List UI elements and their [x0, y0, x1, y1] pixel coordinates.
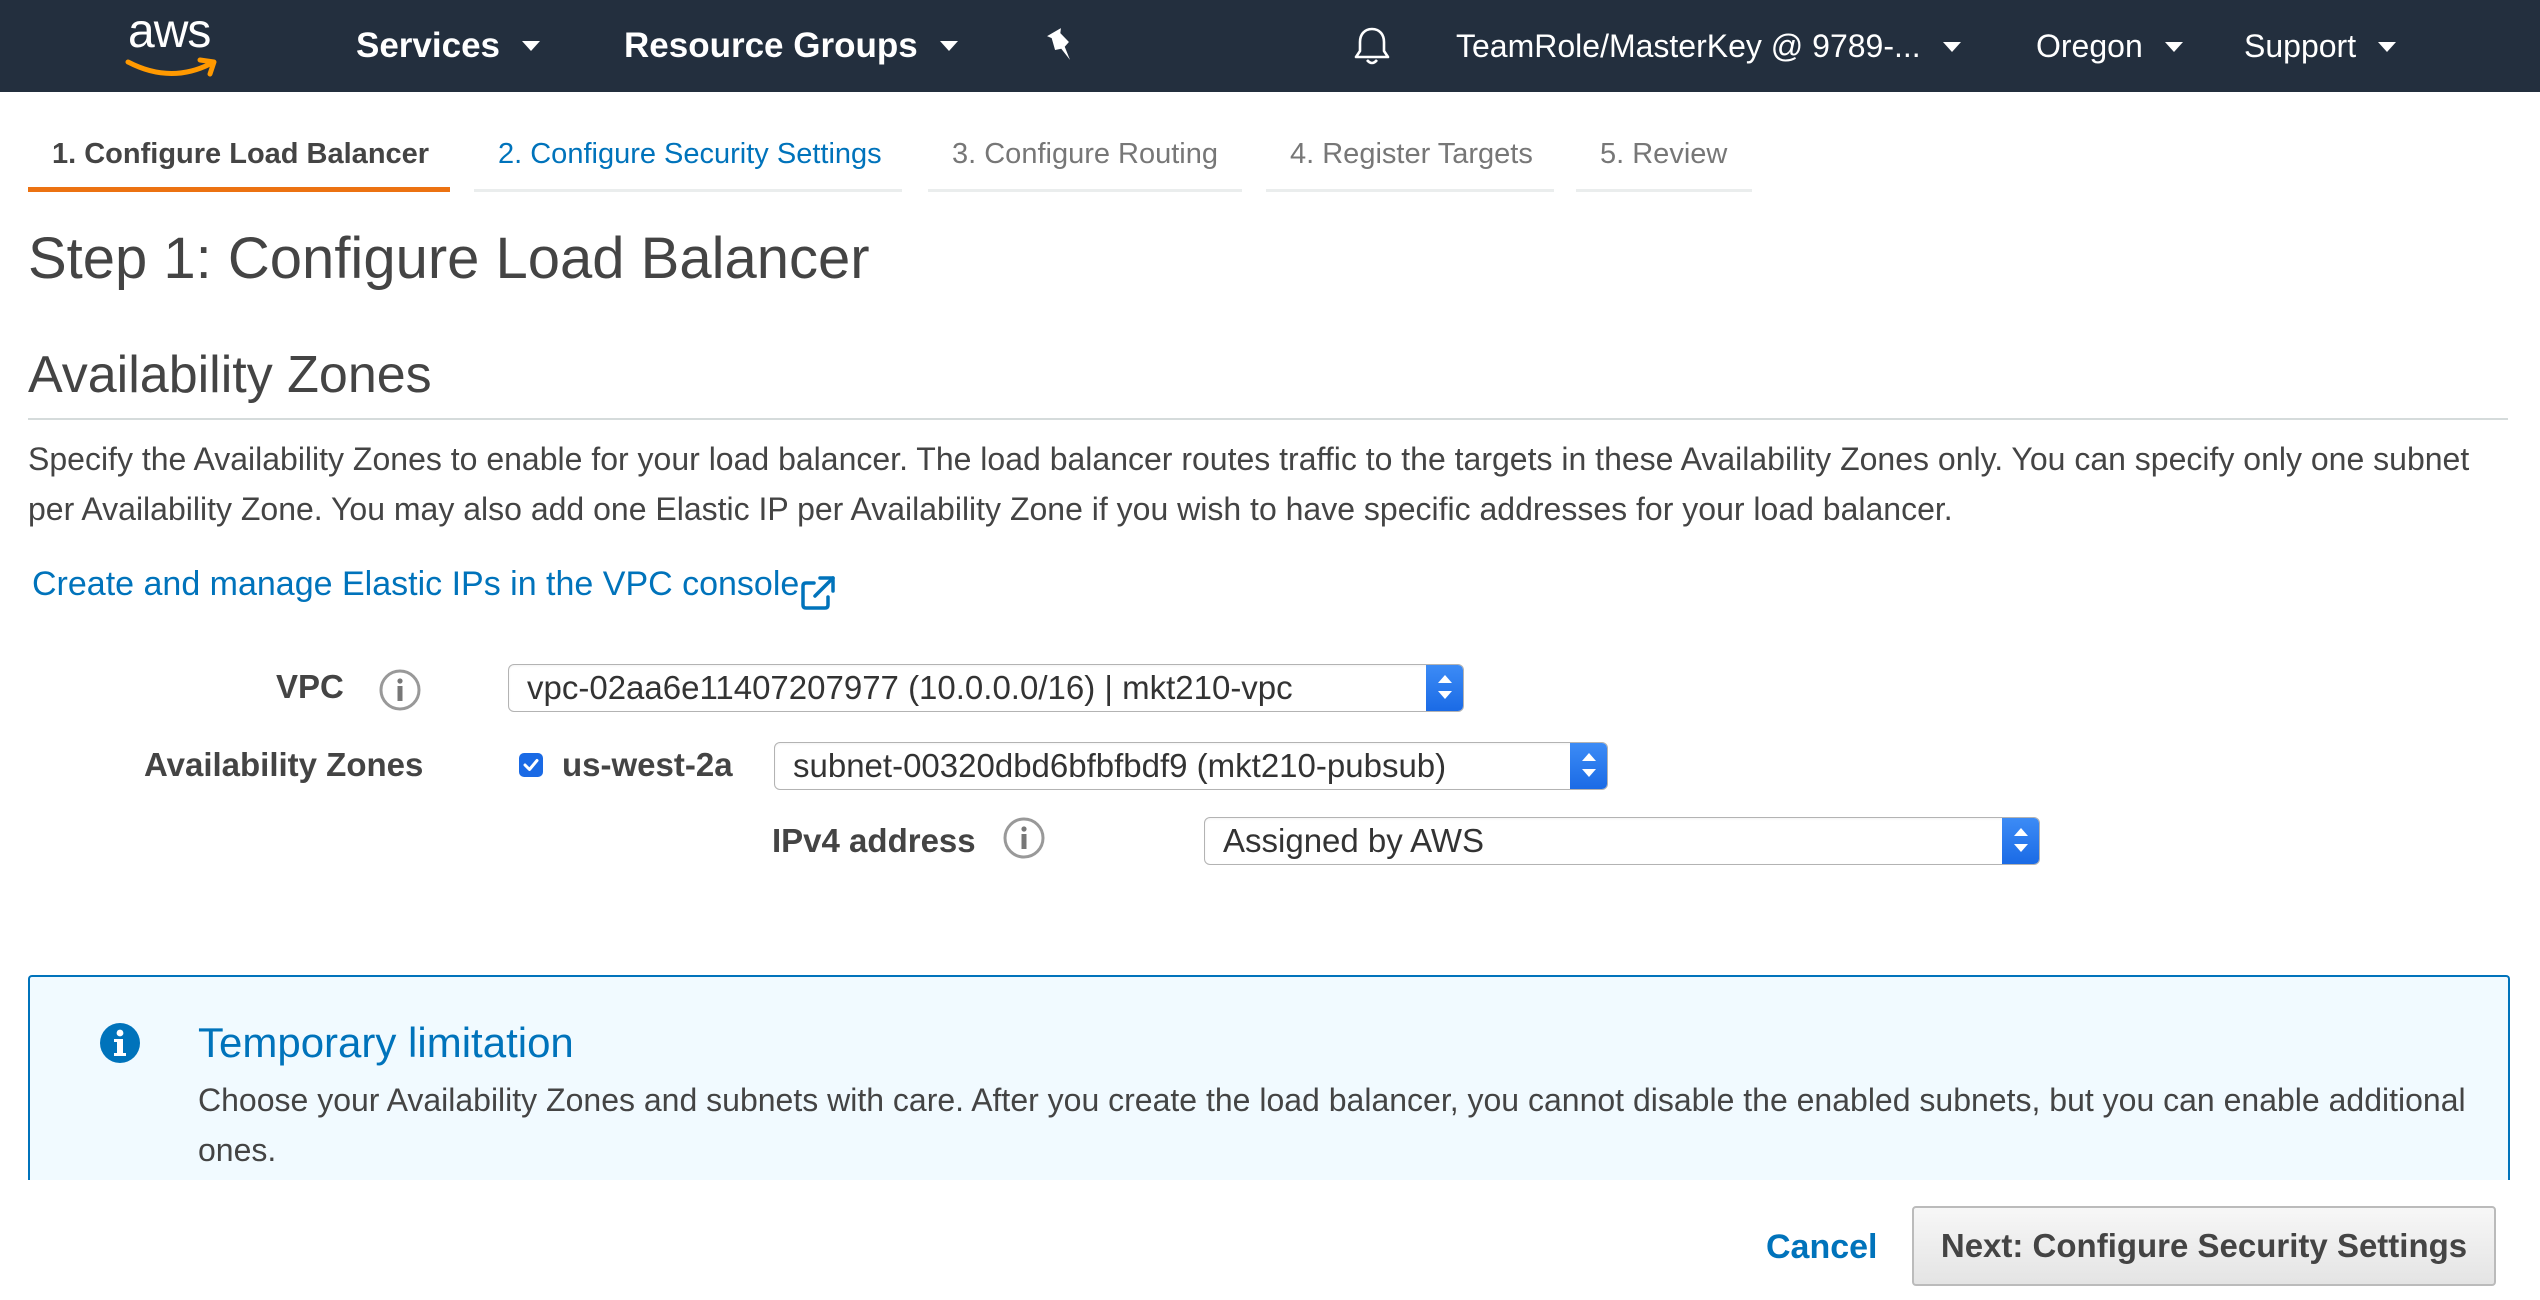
tab-label: 4. Register Targets [1290, 138, 1533, 170]
resource-groups-label: Resource Groups [624, 26, 918, 65]
external-link-icon[interactable] [798, 573, 838, 613]
services-menu[interactable]: Services [356, 0, 541, 92]
chevron-down-icon [2164, 41, 2183, 52]
vpc-select[interactable]: vpc-02aa6e11407207977 (10.0.0.0/16) | mk… [508, 664, 1464, 712]
vpc-info-icon[interactable] [378, 668, 422, 712]
alert-title: Temporary limitation [198, 1019, 574, 1066]
tab-register-targets[interactable]: 4. Register Targets [1266, 130, 1554, 192]
tab-configure-security-settings[interactable]: 2. Configure Security Settings [474, 130, 902, 192]
ipv4-address-select[interactable]: Assigned by AWS [1204, 817, 2040, 865]
ipv4-info-icon[interactable] [1002, 816, 1046, 860]
info-icon [100, 1023, 140, 1063]
bell-icon[interactable] [1350, 24, 1394, 68]
section-title: Availability Zones [28, 346, 432, 404]
chevron-down-icon [939, 40, 958, 51]
chevron-down-icon [522, 40, 541, 51]
section-description: Specify the Availability Zones to enable… [28, 441, 2470, 527]
tab-label: 2. Configure Security Settings [498, 138, 882, 170]
us-west-2a-checkbox[interactable] [519, 753, 543, 777]
next-button[interactable]: Next: Configure Security Settings [1912, 1206, 2496, 1286]
account-label: TeamRole/MasterKey @ 9789-... [1456, 28, 1921, 64]
chevron-down-icon [1942, 41, 1961, 52]
select-arrows-icon [1570, 743, 1607, 789]
aws-logo[interactable]: aws [120, 5, 230, 86]
checkmark-icon [523, 759, 539, 771]
services-label: Services [356, 26, 501, 65]
select-arrows-icon [2002, 818, 2039, 864]
cancel-button[interactable]: Cancel [1766, 1228, 1878, 1267]
tab-configure-load-balancer[interactable]: 1. Configure Load Balancer [28, 130, 450, 192]
support-label: Support [2244, 28, 2357, 64]
alert-body: Choose your Availability Zones and subne… [198, 1082, 2466, 1168]
select-arrows-icon [1426, 665, 1463, 711]
ipv4-address-label: IPv4 address [772, 822, 976, 859]
support-menu[interactable]: Support [2244, 0, 2397, 92]
tab-review[interactable]: 5. Review [1576, 130, 1752, 192]
top-navigation-bar: aws Services Resource Groups TeamRole/Ma… [0, 0, 2540, 92]
aws-smile-icon [125, 57, 217, 77]
tab-configure-routing[interactable]: 3. Configure Routing [928, 130, 1242, 192]
region-label: Oregon [2036, 28, 2143, 64]
resource-groups-menu[interactable]: Resource Groups [624, 0, 958, 92]
availability-zones-label: Availability Zones [144, 746, 424, 783]
tab-label: 5. Review [1600, 138, 1728, 170]
aws-logo-text: aws [128, 5, 211, 58]
region-menu[interactable]: Oregon [2036, 0, 2183, 92]
account-menu[interactable]: TeamRole/MasterKey @ 9789-... [1456, 0, 1961, 92]
tab-label: 1. Configure Load Balancer [52, 138, 430, 170]
chevron-down-icon [2378, 41, 2397, 52]
elastic-ip-console-link[interactable]: Create and manage Elastic IPs in the VPC… [32, 565, 799, 604]
subnet-select-value: subnet-00320dbd6bfbfbdf9 (mkt210-pubsub) [793, 747, 1447, 784]
vpc-select-value: vpc-02aa6e11407207977 (10.0.0.0/16) | mk… [527, 669, 1293, 706]
tab-label: 3. Configure Routing [952, 138, 1218, 170]
subnet-select[interactable]: subnet-00320dbd6bfbfbdf9 (mkt210-pubsub) [774, 742, 1608, 790]
zone-name-label: us-west-2a [562, 746, 733, 783]
page-title: Step 1: Configure Load Balancer [28, 226, 870, 291]
section-divider [28, 418, 2508, 420]
wizard-footer: Cancel Next: Configure Security Settings [0, 1180, 2540, 1300]
pin-icon[interactable] [1044, 26, 1080, 66]
ipv4-select-value: Assigned by AWS [1223, 822, 1485, 859]
vpc-label: VPC [276, 668, 344, 705]
temporary-limitation-alert: Temporary limitation Choose your Availab… [28, 975, 2510, 1185]
